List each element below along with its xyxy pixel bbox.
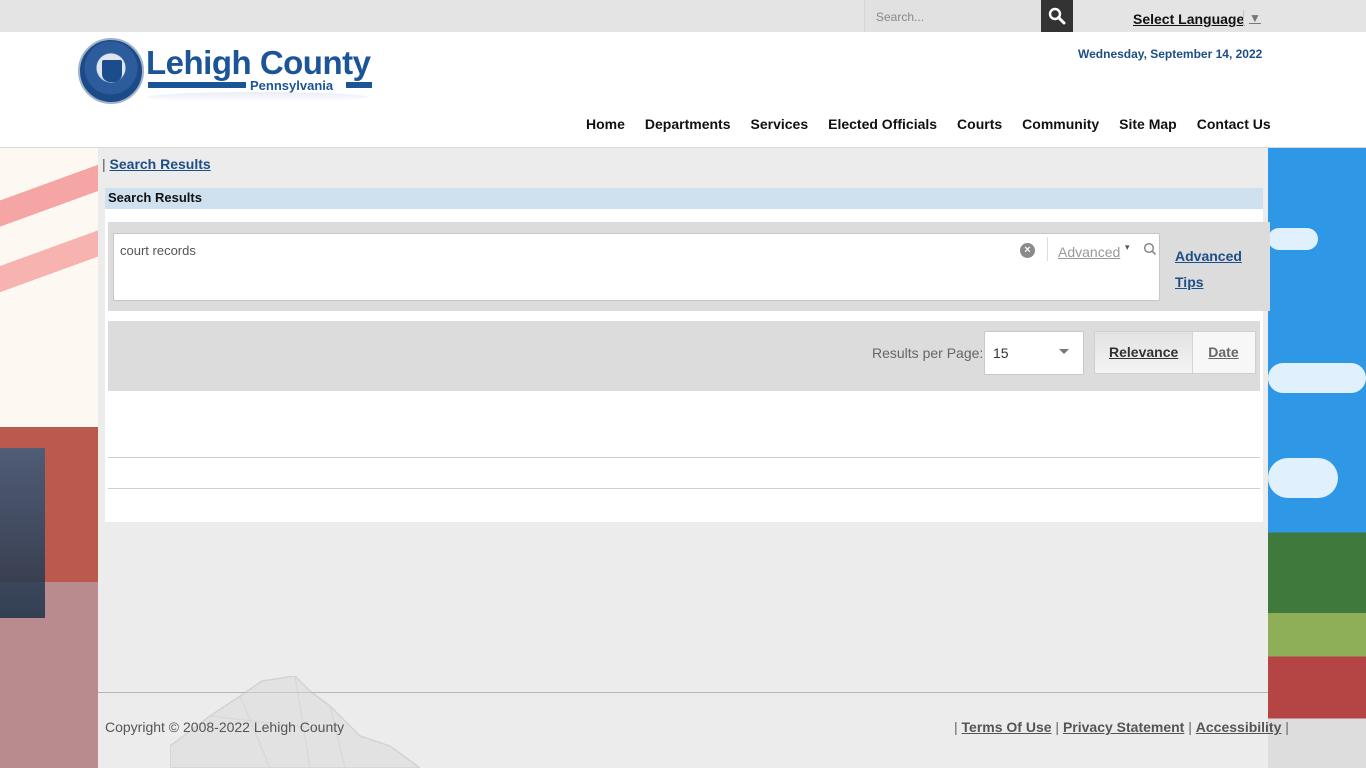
site-search-button[interactable]	[1041, 0, 1073, 32]
nav-home[interactable]: Home	[586, 116, 625, 132]
logo-bar	[346, 82, 372, 88]
search-box-container: court records × Advanced ▾ Advanced Tips	[108, 222, 1270, 311]
breadcrumb-search-results[interactable]: Search Results	[110, 156, 211, 172]
county-logo[interactable]: Lehigh County Pennsylvania	[78, 38, 378, 108]
cloud	[1268, 458, 1338, 498]
cloud	[1268, 363, 1366, 393]
search-icon[interactable]	[1143, 242, 1157, 256]
panel-title: Search Results	[105, 188, 1263, 209]
main-nav: Home Departments Services Elected Offici…	[586, 116, 1271, 132]
nav-services[interactable]: Services	[751, 116, 809, 132]
logo-bar	[148, 82, 246, 88]
building-window	[0, 448, 45, 618]
nav-site-map[interactable]: Site Map	[1119, 116, 1177, 132]
footer-separator: |	[1188, 719, 1192, 735]
results-per-page-value: 15	[993, 345, 1009, 361]
top-bar: Search... Select Language ▼	[0, 0, 1366, 32]
sort-date-button[interactable]: Date	[1193, 332, 1255, 373]
footer-separator: |	[1055, 719, 1060, 735]
results-per-page-label: Results per Page:	[872, 345, 984, 361]
language-dropdown-arrow-icon[interactable]: ▼	[1249, 11, 1261, 25]
search-divider	[1047, 237, 1048, 261]
magnifier-icon	[1048, 7, 1066, 25]
terms-of-use-link[interactable]: Terms Of Use	[962, 719, 1052, 735]
results-per-page-select[interactable]: 15	[984, 331, 1084, 375]
sort-relevance-button[interactable]: Relevance	[1095, 332, 1194, 373]
nav-contact-us[interactable]: Contact Us	[1197, 116, 1271, 132]
caret-down-icon[interactable]: ▾	[1125, 242, 1130, 253]
results-search-input[interactable]: court records × Advanced ▾	[113, 233, 1160, 301]
main-content: | Search Results Search Results court re…	[98, 148, 1270, 693]
nav-elected-officials[interactable]: Elected Officials	[828, 116, 937, 132]
footer-separator: |	[1285, 719, 1289, 735]
cloud	[1268, 228, 1318, 250]
copyright: Copyright © 2008-2022 Lehigh County	[105, 719, 345, 735]
advanced-dropdown[interactable]: Advanced	[1058, 244, 1120, 260]
language-divider	[1243, 10, 1244, 26]
logo-title: Lehigh County	[146, 44, 371, 81]
breadcrumb: | Search Results	[102, 156, 211, 172]
clear-icon[interactable]: ×	[1020, 243, 1035, 258]
privacy-statement-link[interactable]: Privacy Statement	[1063, 719, 1184, 735]
site-search-input[interactable]: Search...	[864, 0, 1041, 32]
results-toolbar: Results per Page: 15 Relevance Date	[108, 321, 1260, 391]
chevron-down-icon	[1059, 349, 1069, 354]
footer-separator: |	[954, 719, 958, 735]
advanced-link[interactable]: Advanced	[1175, 243, 1242, 269]
left-background-image	[0, 148, 98, 768]
footer-links: | Terms Of Use | Privacy Statement | Acc…	[954, 719, 1289, 735]
logo-subtitle: Pennsylvania	[250, 78, 334, 93]
logo-shadow	[148, 92, 368, 102]
county-seal-icon	[78, 38, 144, 104]
breadcrumb-separator: |	[102, 156, 106, 172]
advanced-tips: Advanced Tips	[1175, 243, 1242, 295]
search-query[interactable]: court records	[120, 243, 196, 258]
nav-community[interactable]: Community	[1022, 116, 1099, 132]
accessibility-link[interactable]: Accessibility	[1196, 719, 1282, 735]
tips-link[interactable]: Tips	[1175, 269, 1242, 295]
nav-courts[interactable]: Courts	[957, 116, 1002, 132]
nav-departments[interactable]: Departments	[645, 116, 731, 132]
current-date: Wednesday, September 14, 2022	[1078, 47, 1263, 61]
site-header: Lehigh County Pennsylvania Wednesday, Se…	[0, 32, 1366, 148]
right-background-image	[1268, 148, 1366, 768]
search-results-panel: Search Results court records × Advanced …	[105, 188, 1270, 522]
divider	[108, 457, 1260, 458]
sort-toggle: Relevance Date	[1094, 331, 1256, 374]
select-language-link[interactable]: Select Language	[1133, 11, 1244, 27]
divider	[108, 488, 1260, 489]
